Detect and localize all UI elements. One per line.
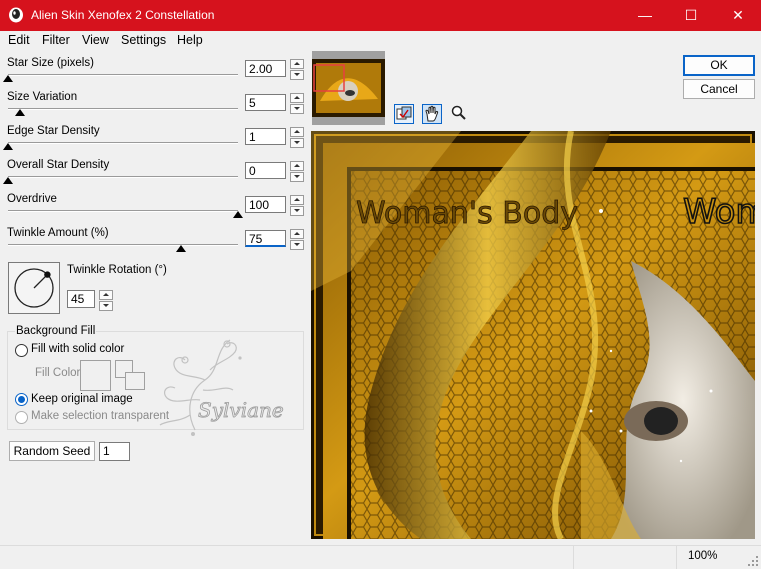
keep-original-radio[interactable] xyxy=(15,393,28,406)
preview-image: Woman's Body Wom xyxy=(311,131,755,539)
menu-help[interactable]: Help xyxy=(177,33,203,47)
compare-icon xyxy=(396,106,412,120)
status-divider xyxy=(573,546,574,569)
close-button[interactable]: ✕ xyxy=(715,0,761,31)
slider-track[interactable] xyxy=(8,176,238,178)
zoom-magnifier-icon xyxy=(451,105,466,120)
title-bar: Alien Skin Xenofex 2 Constellation — ☐ ✕ xyxy=(0,0,761,31)
twinkle-amount-input[interactable]: 75 xyxy=(245,230,286,247)
hand-icon xyxy=(425,105,439,122)
random-seed-input[interactable]: 1 xyxy=(99,442,130,461)
param-label: Overdrive xyxy=(7,193,57,205)
param-label: Size Variation xyxy=(7,91,78,103)
watermark-text: Sylviane xyxy=(198,398,285,423)
keep-original-label[interactable]: Keep original image xyxy=(31,393,133,405)
alien-skin-app-icon xyxy=(9,7,23,23)
minimize-button[interactable]: — xyxy=(622,0,668,31)
overdrive-input[interactable]: 100 xyxy=(245,196,286,213)
make-transparent-radio[interactable] xyxy=(15,411,28,424)
rotation-dial-graphic xyxy=(14,268,54,308)
ok-button[interactable]: OK xyxy=(683,55,755,76)
overdrive-spinner[interactable] xyxy=(290,195,304,216)
slider-thumb[interactable] xyxy=(175,245,186,252)
menu-edit[interactable]: Edit xyxy=(8,33,30,47)
slider-track[interactable] xyxy=(8,74,238,76)
resize-grip-icon[interactable] xyxy=(748,556,759,567)
star-size-input[interactable]: 2.00 xyxy=(245,60,286,77)
size-variation-spinner[interactable] xyxy=(290,93,304,114)
menu-filter[interactable]: Filter xyxy=(42,33,70,47)
preview-navigator[interactable] xyxy=(312,51,385,125)
cancel-button[interactable]: Cancel xyxy=(683,79,755,99)
slider-thumb[interactable] xyxy=(3,177,13,184)
overall-star-density-spinner[interactable] xyxy=(290,161,304,182)
slider-track[interactable] xyxy=(8,244,238,246)
twinkle-rotation-spinner[interactable] xyxy=(99,290,113,311)
window-title: Alien Skin Xenofex 2 Constellation xyxy=(31,8,215,22)
background-fill-title: Background Fill xyxy=(15,325,97,337)
rotation-dial[interactable] xyxy=(8,262,60,314)
fill-color-front-swatch[interactable] xyxy=(125,372,145,390)
slider-thumb[interactable] xyxy=(3,143,13,150)
fill-solid-radio[interactable] xyxy=(15,344,28,357)
preview-caption-right: Wom xyxy=(683,192,755,232)
hand-tool-button[interactable] xyxy=(422,104,442,124)
param-label: Star Size (pixels) xyxy=(7,57,94,69)
menu-view[interactable]: View xyxy=(82,33,109,47)
param-label: Edge Star Density xyxy=(7,125,100,137)
slider-track[interactable] xyxy=(8,142,238,144)
star-size-spinner[interactable] xyxy=(290,59,304,80)
menu-bar: Edit Filter View Settings Help xyxy=(0,31,761,50)
twinkle-rotation-input[interactable]: 45 xyxy=(67,290,95,308)
twinkle-rotation-label: Twinkle Rotation (°) xyxy=(67,264,167,276)
random-seed-button[interactable]: Random Seed xyxy=(9,441,95,461)
preview-canvas[interactable]: Woman's Body Wom xyxy=(311,131,755,539)
slider-thumb[interactable] xyxy=(233,211,243,218)
maximize-button[interactable]: ☐ xyxy=(668,0,714,31)
slider-thumb[interactable] xyxy=(3,75,13,82)
size-variation-input[interactable]: 5 xyxy=(245,94,286,111)
param-label: Twinkle Amount (%) xyxy=(7,227,109,239)
overall-star-density-input[interactable]: 0 xyxy=(245,162,286,179)
compare-tool-button[interactable] xyxy=(394,104,414,124)
fill-color-swatch[interactable] xyxy=(80,360,111,391)
preview-caption-left: Woman's Body xyxy=(356,196,578,231)
edge-star-density-spinner[interactable] xyxy=(290,127,304,148)
edge-star-density-input[interactable]: 1 xyxy=(245,128,286,145)
status-divider xyxy=(676,546,677,569)
zoom-level: 100% xyxy=(688,550,718,562)
slider-track[interactable] xyxy=(8,210,238,212)
navigator-thumbnail xyxy=(312,51,385,125)
slider-thumb[interactable] xyxy=(14,109,25,116)
twinkle-amount-spinner[interactable] xyxy=(290,229,304,250)
fill-color-label: Fill Color xyxy=(35,367,81,379)
zoom-tool-button[interactable] xyxy=(450,104,470,124)
watermark-flourish-icon xyxy=(159,339,242,436)
menu-settings[interactable]: Settings xyxy=(121,33,166,47)
fill-solid-label[interactable]: Fill with solid color xyxy=(31,343,124,355)
status-bar: 100% xyxy=(0,545,761,569)
slider-track[interactable] xyxy=(8,108,238,110)
param-label: Overall Star Density xyxy=(7,159,110,171)
